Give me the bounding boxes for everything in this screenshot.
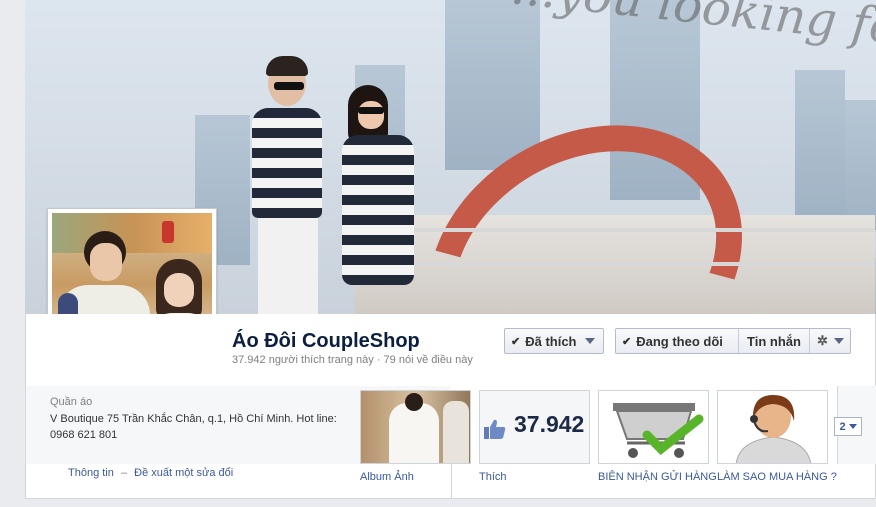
cart-check-icon	[613, 403, 704, 458]
liked-button[interactable]: ✔ Đã thích	[504, 328, 604, 354]
app-tile-how-to-buy[interactable]	[717, 390, 828, 464]
app-label-how-to-buy[interactable]: LÀM SAO MUA HÀNG ?	[717, 471, 837, 483]
chevron-down-icon	[848, 424, 857, 429]
info-link[interactable]: Thông tin	[68, 467, 114, 479]
likes-tile[interactable]: 37.942	[479, 390, 590, 464]
likes-count: 37.942	[514, 411, 585, 437]
divider	[451, 464, 452, 499]
app-label-shipping-receipt[interactable]: BIÊN NHẬN GỬI HÀNG	[598, 471, 717, 483]
photos-tile[interactable]	[360, 390, 471, 464]
more-apps-button[interactable]: 2	[834, 417, 862, 436]
cover-rail	[405, 228, 875, 232]
message-button[interactable]: Tin nhắn	[739, 329, 809, 353]
page-title[interactable]: Áo Đôi CoupleShop	[232, 330, 420, 353]
follow-message-group: ✔ Đang theo dõi Tin nhắn ✲	[615, 328, 851, 354]
cover-building	[445, 0, 540, 170]
link-separator: –	[120, 467, 128, 479]
gear-icon: ✲	[817, 333, 828, 348]
following-label: Đang theo dõi	[636, 333, 723, 349]
thumbs-up-icon	[484, 419, 506, 439]
check-icon: ✔	[622, 335, 632, 348]
page-header: Áo Đôi CoupleShop 37.942 người thích tra…	[25, 314, 876, 386]
page-category: Quần áo	[50, 396, 93, 408]
about-links: Thông tin – Đề xuất một sửa đổi	[68, 467, 233, 479]
cover-rail	[405, 262, 875, 266]
suggest-edit-link[interactable]: Đề xuất một sửa đổi	[134, 467, 233, 479]
cover-building	[795, 70, 845, 220]
facebook-page: ...you looking for?	[0, 0, 876, 507]
timeline: ...you looking for?	[25, 0, 876, 507]
settings-button[interactable]: ✲	[810, 329, 851, 353]
following-button[interactable]: ✔ Đang theo dõi	[616, 329, 738, 353]
chevron-down-icon	[833, 338, 844, 344]
support-agent-icon	[735, 395, 812, 463]
more-apps-count: 2	[839, 420, 846, 433]
check-icon: ✔	[511, 335, 521, 348]
chevron-down-icon	[584, 338, 595, 344]
cover-building	[845, 100, 876, 230]
cover-person-man	[230, 56, 330, 314]
liked-label: Đã thích	[525, 333, 577, 349]
cover-boat-hull	[377, 69, 793, 314]
app-tile-shipping-receipt[interactable]	[598, 390, 709, 464]
photos-label[interactable]: Album Ảnh	[360, 471, 414, 483]
page-stats: 37.942 người thích trang này · 79 nói về…	[232, 354, 473, 366]
page-address: V Boutique 75 Trần Khắc Chân, q.1, Hồ Ch…	[50, 413, 337, 441]
left-gutter	[0, 0, 25, 507]
message-label: Tin nhắn	[747, 333, 801, 349]
cover-person-woman	[320, 85, 420, 314]
likes-label[interactable]: Thích	[479, 471, 507, 483]
page-info-area: Quần áo V Boutique 75 Trần Khắc Chân, q.…	[25, 386, 876, 499]
